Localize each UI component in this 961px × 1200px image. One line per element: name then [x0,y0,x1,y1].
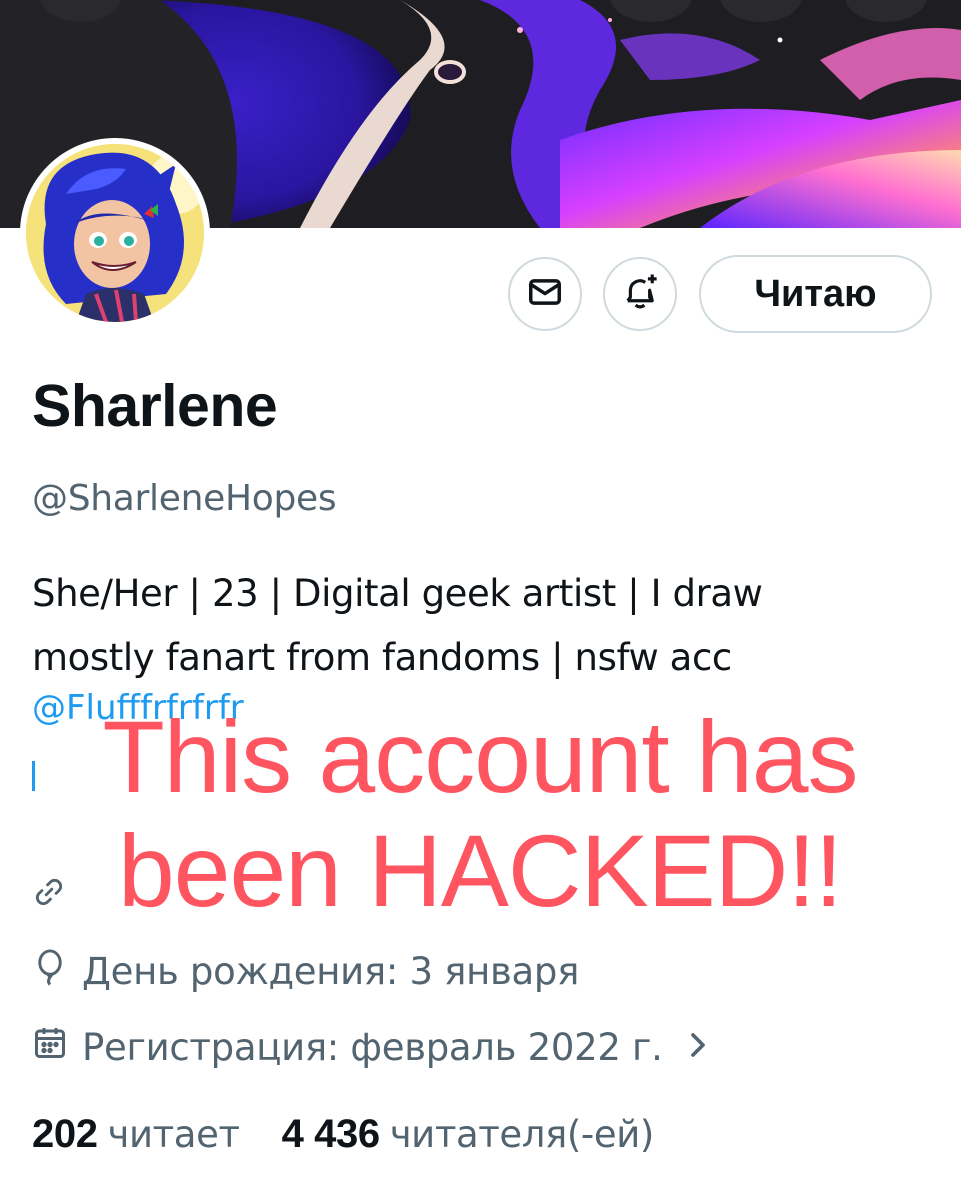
followers-count[interactable]: 4 436 [282,1112,381,1157]
joined-row[interactable]: Регистрация: февраль 2022 г. [32,1025,709,1070]
envelope-icon [526,273,564,315]
hacked-warning-overlay: This account has been HACKED!! [20,700,940,928]
link-icon [32,875,66,918]
joined-text: Регистрация: февраль 2022 г. [82,1026,663,1069]
bio-mention-link[interactable]: @Flufffrfrfrfr [32,688,244,728]
following-label[interactable]: читает [108,1113,240,1156]
followers-label[interactable]: читателя(-ей) [390,1113,655,1156]
username-handle: @SharleneHopes [32,478,337,519]
bio: She/Her | 23 | Digital geek artist | I d… [32,562,932,689]
overlay-line: been HACKED!! [117,814,843,929]
avatar[interactable] [20,138,210,328]
calendar-icon [32,1025,68,1070]
following-count[interactable]: 202 [32,1112,98,1157]
bio-line: She/Her | 23 | Digital geek artist | I d… [32,572,763,615]
profile-page: Читаю Sharlene @SharleneHopes She/Her | … [0,0,961,1200]
birthday-text: День рождения: 3 января [82,950,580,993]
following-button[interactable]: Читаю [699,255,932,333]
bio-line: mostly fanart from fandoms | nsfw acc [32,635,732,679]
balloon-icon [32,948,68,995]
display-name: Sharlene [32,373,278,439]
website-link-row[interactable] [32,876,66,916]
obscured-row [32,760,50,800]
notifications-button[interactable] [603,257,677,331]
follow-stats: 202 читает 4 436 читателя(-ей) [32,1112,654,1157]
bell-plus-icon [619,271,661,317]
message-button[interactable] [508,257,582,331]
chevron-right-icon [687,1026,709,1069]
birthday-row: День рождения: 3 января [32,948,579,995]
avatar-image [26,144,204,322]
